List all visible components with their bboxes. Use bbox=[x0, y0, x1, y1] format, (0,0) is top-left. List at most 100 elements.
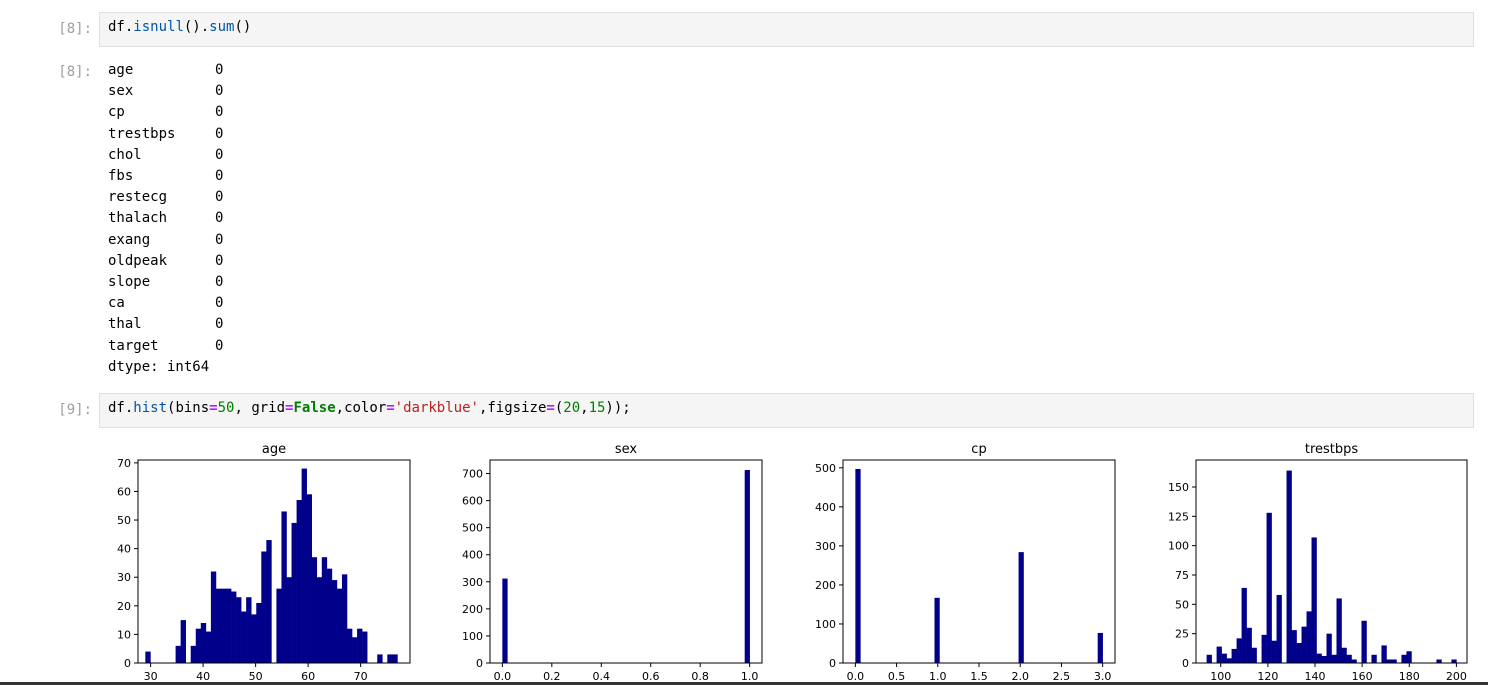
histogram-cp: cp0.0 0.5 1.0 1.5 2.0 2.5 3.00100200300400500 bbox=[815, 442, 1116, 683]
y-tick-label: 500 bbox=[462, 522, 483, 535]
code-editor[interactable]: df.hist(bins=50, grid=False,color='darkb… bbox=[99, 393, 1474, 428]
histogram-bar bbox=[1381, 645, 1387, 663]
code-text: df.isnull().sum() bbox=[108, 19, 252, 35]
y-tick-label: 500 bbox=[815, 462, 836, 475]
histogram-bar bbox=[1391, 659, 1397, 663]
column-name: chol bbox=[108, 146, 142, 163]
y-tick-label: 50 bbox=[1175, 598, 1189, 611]
histogram-bar bbox=[1266, 512, 1272, 663]
histogram-bar bbox=[1251, 647, 1257, 663]
y-tick-label: 400 bbox=[462, 549, 483, 562]
histogram-bar bbox=[744, 470, 750, 663]
null-count: 0 bbox=[215, 62, 224, 78]
y-tick-label: 25 bbox=[1175, 628, 1189, 641]
y-tick-label: 200 bbox=[462, 603, 483, 616]
histogram-bar bbox=[502, 578, 508, 663]
code-editor[interactable]: df.isnull().sum() bbox=[99, 12, 1474, 47]
y-tick-label: 30 bbox=[117, 571, 131, 584]
output-prompt: [8]: bbox=[58, 64, 92, 80]
histogram-bar bbox=[1226, 658, 1232, 663]
histogram-bar bbox=[210, 571, 217, 663]
histogram-bar bbox=[1206, 654, 1212, 663]
histogram-bar bbox=[1311, 537, 1317, 663]
column-name: thal bbox=[108, 316, 142, 333]
null-count: 0 bbox=[215, 252, 224, 269]
histogram-bar bbox=[357, 628, 363, 663]
histogram-bar bbox=[377, 654, 383, 663]
output-row: chol 0 bbox=[108, 147, 223, 163]
output-row: thalach 0 bbox=[108, 210, 223, 226]
histogram-bar bbox=[346, 628, 353, 663]
histogram-bar bbox=[190, 645, 197, 663]
input-prompt: [9]: bbox=[58, 402, 92, 418]
histogram-bar bbox=[1386, 659, 1392, 663]
output-row: exang 0 bbox=[108, 232, 223, 248]
null-count: 0 bbox=[215, 337, 224, 354]
column-name: trestbps bbox=[108, 125, 176, 142]
histogram-bar bbox=[215, 588, 222, 663]
histogram-bar bbox=[352, 637, 358, 663]
output-row: fbs 0 bbox=[108, 168, 223, 184]
histogram-bar bbox=[1371, 654, 1377, 663]
y-tick-label: 300 bbox=[462, 576, 483, 589]
output-row: cp 0 bbox=[108, 104, 223, 120]
null-count: 0 bbox=[215, 168, 224, 184]
histogram-bar bbox=[266, 540, 272, 663]
histogram-bar bbox=[175, 645, 181, 663]
output-row: ca 0 bbox=[108, 295, 223, 311]
histogram-age: age30 40 50 60 70010203040506070 bbox=[117, 442, 411, 683]
null-count: 0 bbox=[215, 274, 224, 290]
histogram-bar bbox=[1451, 659, 1457, 663]
output-row: thal 0 bbox=[108, 316, 223, 332]
plot-title: trestbps bbox=[1305, 442, 1359, 457]
histogram-bar bbox=[296, 500, 302, 663]
axes-frame bbox=[489, 459, 763, 664]
histogram-bar bbox=[1286, 470, 1292, 663]
histogram-bar bbox=[1436, 659, 1442, 663]
null-count: 0 bbox=[215, 146, 224, 163]
column-name: thalach bbox=[108, 210, 168, 227]
histogram-bar bbox=[286, 577, 292, 663]
histogram-bar bbox=[220, 588, 227, 663]
histogram-bar bbox=[934, 597, 940, 663]
y-tick-label: 60 bbox=[117, 485, 131, 498]
histogram-bar bbox=[1241, 587, 1247, 663]
y-tick-label: 300 bbox=[815, 540, 836, 553]
histogram-bar bbox=[200, 622, 207, 663]
null-count: 0 bbox=[215, 83, 224, 100]
y-tick-label: 700 bbox=[462, 468, 483, 481]
histogram-bar bbox=[1321, 655, 1327, 663]
histogram-bar bbox=[1296, 643, 1302, 663]
histogram-bar bbox=[1351, 659, 1357, 663]
y-tick-label: 100 bbox=[462, 630, 483, 643]
histogram-bar bbox=[392, 654, 398, 663]
null-count: 0 bbox=[215, 316, 224, 333]
code-text: df.hist(bins=50, grid=False,color='darkb… bbox=[108, 400, 631, 416]
output-row: slope 0 bbox=[108, 274, 223, 290]
null-count: 0 bbox=[215, 210, 224, 227]
column-name: sex bbox=[108, 83, 134, 100]
histogram-bar bbox=[855, 468, 861, 663]
column-name: target bbox=[108, 337, 159, 354]
output-row: age 0 bbox=[108, 62, 223, 78]
histogram-bar bbox=[236, 597, 242, 663]
histogram-bar bbox=[326, 568, 333, 663]
column-name: slope bbox=[108, 274, 151, 290]
histogram-bar bbox=[1276, 594, 1282, 663]
histogram-bar bbox=[1236, 638, 1242, 663]
histogram-bar bbox=[1401, 654, 1407, 663]
axes-frame bbox=[1195, 459, 1468, 664]
histogram-bar bbox=[1246, 627, 1252, 663]
y-tick-label: 10 bbox=[117, 628, 131, 641]
histogram-bar bbox=[256, 602, 262, 663]
histogram-bar bbox=[180, 620, 186, 663]
histogram-bar bbox=[1018, 552, 1024, 663]
y-tick-label: 50 bbox=[117, 514, 131, 527]
histogram-bar bbox=[1271, 640, 1277, 663]
histogram-bar bbox=[1097, 632, 1103, 663]
histogram-bar bbox=[387, 654, 393, 663]
histogram-bar bbox=[226, 588, 232, 663]
histogram-bar bbox=[1291, 630, 1297, 663]
y-tick-label: 100 bbox=[815, 618, 836, 631]
column-name: ca bbox=[108, 295, 125, 312]
